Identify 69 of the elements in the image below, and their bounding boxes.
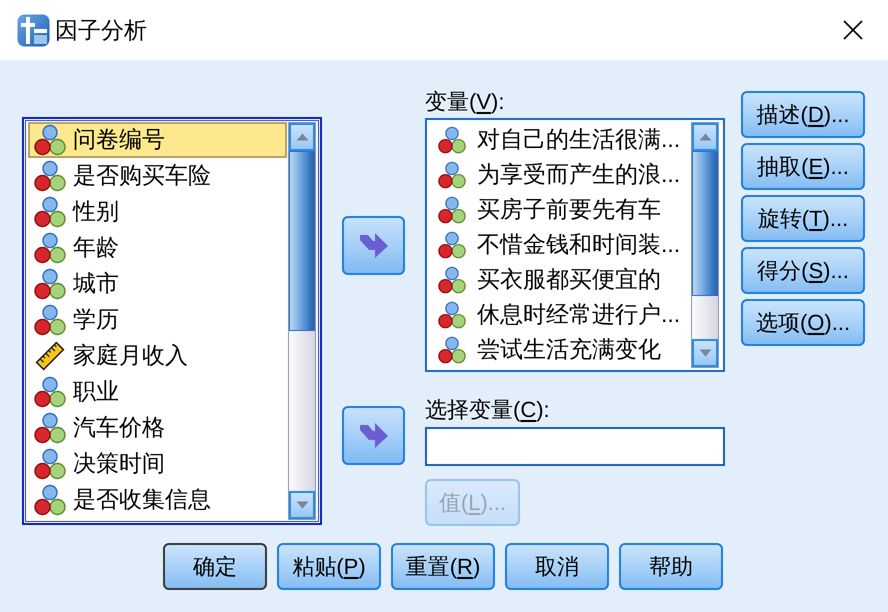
selection-variable-label: 选择变量(C):	[425, 396, 551, 423]
right-arrow-icon	[360, 422, 388, 449]
three-balls-icon	[34, 124, 66, 156]
up-triangle-icon	[296, 133, 308, 141]
selection-variable-field[interactable]	[425, 427, 725, 466]
scrollbar[interactable]	[288, 122, 316, 520]
three-balls-icon	[34, 232, 66, 264]
dialog-button[interactable]: 重置(R)	[391, 543, 495, 590]
three-balls-icon	[438, 160, 466, 188]
variable-item[interactable]: 家庭月收入	[28, 338, 287, 374]
scrollbar[interactable]	[691, 122, 719, 368]
three-balls-icon	[34, 160, 66, 192]
scroll-thumb[interactable]	[289, 151, 315, 331]
three-balls-icon	[34, 484, 66, 516]
variable-item[interactable]: 是否收集信息	[28, 482, 287, 518]
variables-label: 变量(V):	[425, 88, 506, 115]
scroll-up-button[interactable]	[692, 123, 718, 151]
three-balls-icon	[34, 412, 66, 444]
option-button[interactable]: 选项(O)...	[741, 299, 865, 346]
dialog-button[interactable]: 帮助	[619, 543, 723, 590]
variable-item[interactable]: 问卷编号	[28, 122, 287, 158]
option-button[interactable]: 抽取(E)...	[741, 143, 865, 190]
three-balls-icon	[438, 126, 466, 154]
window-title: 因子分析	[55, 18, 147, 42]
dialog-button[interactable]: 粘贴(P)	[277, 543, 381, 590]
scroll-down-button[interactable]	[289, 491, 315, 519]
three-balls-icon	[438, 300, 466, 328]
three-balls-icon	[34, 448, 66, 480]
variable-item[interactable]: 职业	[28, 374, 287, 410]
dialog-button[interactable]: 确定	[163, 543, 267, 590]
option-button[interactable]: 得分(S)...	[741, 247, 865, 294]
variable-item[interactable]: 年龄	[28, 230, 287, 266]
variable-item[interactable]: 买房子前要先有车	[427, 192, 689, 227]
right-arrow-icon	[360, 232, 388, 259]
variable-item[interactable]: 是否购买车险	[28, 158, 287, 194]
three-balls-icon	[34, 268, 66, 300]
three-balls-icon	[438, 230, 466, 258]
dialog-button[interactable]: 取消	[505, 543, 609, 590]
variable-item[interactable]: 决策时间	[28, 446, 287, 482]
variable-item[interactable]: 不惜金钱和时间装...	[427, 227, 689, 262]
variable-item[interactable]: 城市	[28, 266, 287, 302]
scroll-down-button[interactable]	[692, 339, 718, 367]
option-button[interactable]: 旋转(T)...	[741, 195, 865, 242]
three-balls-icon	[438, 196, 466, 224]
scroll-thumb[interactable]	[692, 151, 718, 296]
move-to-selection-button[interactable]	[342, 406, 405, 465]
down-triangle-icon	[296, 501, 308, 509]
variable-item[interactable]: 性别	[28, 194, 287, 230]
variable-item[interactable]: 为享受而产生的浪...	[427, 157, 689, 192]
move-to-variables-button[interactable]	[342, 216, 405, 275]
variable-item[interactable]: 买衣服都买便宜的	[427, 262, 689, 297]
variable-item[interactable]: 对自己的生活很满...	[427, 122, 689, 157]
three-balls-icon	[34, 376, 66, 408]
three-balls-icon	[438, 266, 466, 294]
three-balls-icon	[34, 304, 66, 336]
variable-item[interactable]: 学历	[28, 302, 287, 338]
scroll-up-button[interactable]	[289, 123, 315, 151]
close-icon[interactable]	[843, 20, 863, 40]
window-icon	[17, 14, 50, 46]
variable-item[interactable]: 休息时经常进行户...	[427, 297, 689, 332]
variable-item[interactable]: 汽车价格	[28, 410, 287, 446]
source-variable-list[interactable]: 问卷编号 是否购买车险 性别 年龄 城市 学历 家庭月收入 职业 汽车价格 决策时间 是否收集信息	[22, 117, 322, 525]
down-triangle-icon	[698, 349, 712, 357]
variable-item[interactable]: 尝试生活充满变化	[427, 332, 689, 367]
up-triangle-icon	[698, 133, 712, 141]
option-button[interactable]: 描述(D)...	[741, 91, 865, 138]
three-balls-icon	[438, 336, 466, 364]
variables-list[interactable]: 对自己的生活很满... 为享受而产生的浪... 买房子前要先有车 不惜金钱和时间装... 买衣服都买便宜的 休息时经常进行户... 尝试生活充满变化	[425, 118, 725, 372]
three-balls-icon	[34, 196, 66, 228]
